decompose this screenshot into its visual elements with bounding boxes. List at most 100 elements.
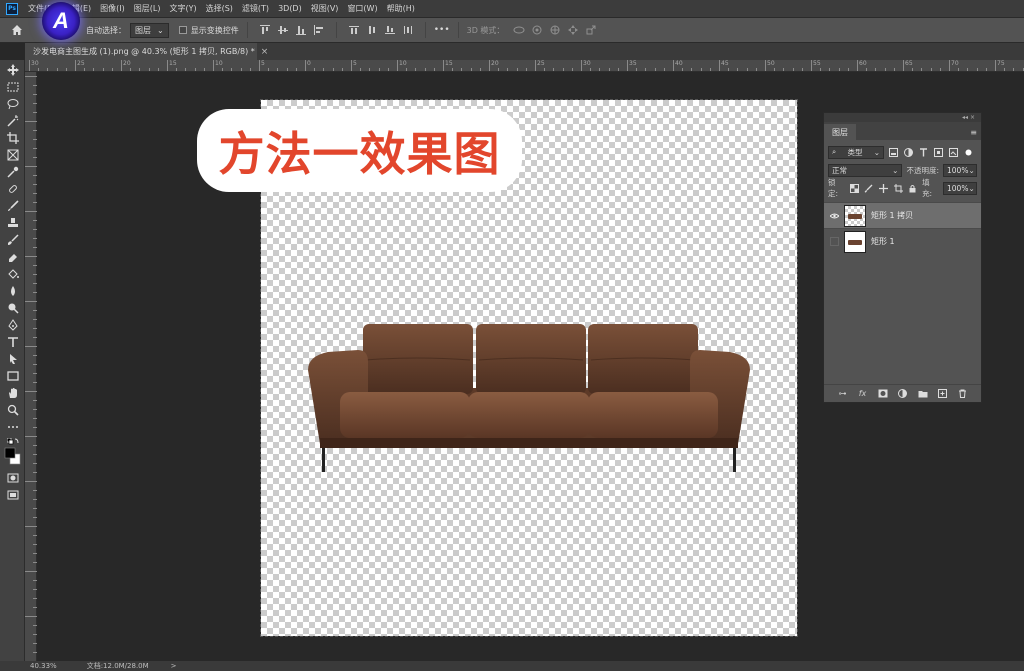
- type-tool-icon[interactable]: [4, 334, 21, 349]
- align-bottom-icon[interactable]: [294, 23, 308, 37]
- filter-toggle-icon[interactable]: [963, 147, 974, 158]
- zoom-tool-icon[interactable]: [4, 402, 21, 417]
- menu-window[interactable]: 窗口(W): [347, 3, 377, 14]
- path-selection-tool-icon[interactable]: [4, 351, 21, 366]
- visibility-toggle-empty[interactable]: [824, 237, 844, 246]
- fill-input[interactable]: 100% ⌄: [943, 181, 977, 195]
- lock-transparent-icon[interactable]: [849, 183, 860, 194]
- show-transform-checkbox[interactable]: [178, 26, 187, 34]
- eye-icon[interactable]: [824, 213, 844, 219]
- collapse-icon[interactable]: ◂◂ ×: [962, 114, 975, 121]
- pen-tool-icon[interactable]: [4, 317, 21, 332]
- layer-name[interactable]: 矩形 1: [871, 236, 895, 247]
- lock-artboard-icon[interactable]: [893, 183, 904, 194]
- ruler-minor-tick: [452, 68, 454, 71]
- menu-select[interactable]: 选择(S): [206, 3, 233, 14]
- menu-image[interactable]: 图像(I): [100, 3, 125, 14]
- menu-view[interactable]: 视图(V): [311, 3, 339, 14]
- menu-help[interactable]: 帮助(H): [387, 3, 415, 14]
- distribute-top-icon[interactable]: [347, 23, 361, 37]
- menu-3d[interactable]: 3D(D): [278, 4, 302, 13]
- layer-row[interactable]: 矩形 1 拷贝: [824, 202, 981, 228]
- 3d-scale-icon[interactable]: [584, 23, 598, 37]
- menu-filter[interactable]: 滤镜(T): [242, 3, 269, 14]
- distribute-center-icon[interactable]: [365, 23, 379, 37]
- overlay-caption-text: 方法一效果图: [218, 126, 501, 181]
- new-layer-icon[interactable]: [938, 389, 948, 399]
- sofa-image[interactable]: [306, 320, 752, 476]
- ruler-tick: [33, 517, 37, 518]
- home-icon[interactable]: [6, 19, 28, 41]
- dodge-tool-icon[interactable]: [4, 300, 21, 315]
- screen-mode-icon[interactable]: [4, 487, 21, 502]
- lock-position-icon[interactable]: [878, 183, 889, 194]
- link-icon[interactable]: ⊶: [838, 389, 848, 399]
- ruler-number: 10: [399, 60, 407, 67]
- lock-image-icon[interactable]: [864, 183, 875, 194]
- filter-smart-object-icon[interactable]: [948, 147, 959, 158]
- filter-adjustment-icon[interactable]: [903, 147, 914, 158]
- ruler-number: 75: [997, 60, 1005, 67]
- brush-tool-icon[interactable]: [4, 198, 21, 213]
- filter-shape-icon[interactable]: [933, 147, 944, 158]
- ruler-minor-tick: [746, 68, 748, 71]
- magic-wand-tool-icon[interactable]: [4, 113, 21, 128]
- ruler-minor-tick: [884, 68, 886, 71]
- rectangle-tool-icon[interactable]: [4, 368, 21, 383]
- hand-tool-icon[interactable]: [4, 385, 21, 400]
- lasso-tool-icon[interactable]: [4, 96, 21, 111]
- opacity-input[interactable]: 100% ⌄: [943, 163, 977, 177]
- filter-pixel-icon[interactable]: [888, 147, 899, 158]
- align-vcenter-icon[interactable]: [276, 23, 290, 37]
- eraser-tool-icon[interactable]: [4, 249, 21, 264]
- close-icon[interactable]: ×: [261, 47, 269, 57]
- tab-layers[interactable]: 图层: [824, 124, 856, 140]
- align-left-icon[interactable]: [312, 23, 326, 37]
- auto-select-dropdown[interactable]: 图层 ⌄: [130, 22, 169, 38]
- healing-brush-tool-icon[interactable]: [4, 181, 21, 196]
- filter-type-icon[interactable]: [918, 147, 929, 158]
- align-top-icon[interactable]: [258, 23, 272, 37]
- adjustment-icon[interactable]: [898, 389, 908, 399]
- frame-tool-icon[interactable]: [4, 147, 21, 162]
- distribute-horizontal-icon[interactable]: [401, 23, 415, 37]
- ruler-minor-tick: [525, 68, 527, 71]
- panel-menu-icon[interactable]: ≡: [970, 128, 977, 137]
- clone-stamp-tool-icon[interactable]: [4, 215, 21, 230]
- distribute-bottom-icon[interactable]: [383, 23, 397, 37]
- blend-mode-dropdown[interactable]: 正常 ⌄: [828, 163, 903, 177]
- menu-type[interactable]: 文字(Y): [169, 3, 196, 14]
- ruler-tick: [33, 283, 37, 284]
- crop-tool-icon[interactable]: [4, 130, 21, 145]
- document-tab[interactable]: 沙发电商主图生成 (1).png @ 40.3% (矩形 1 拷贝, RGB/8…: [25, 43, 268, 60]
- status-menu-arrow[interactable]: >: [171, 662, 177, 670]
- lock-all-icon[interactable]: [907, 183, 918, 194]
- mask-icon[interactable]: [878, 389, 888, 399]
- zoom-level[interactable]: 40.33%: [30, 662, 57, 670]
- color-swatches-icon[interactable]: [4, 446, 21, 468]
- 3d-slide-icon[interactable]: [566, 23, 580, 37]
- move-tool-icon[interactable]: [4, 62, 21, 77]
- group-icon[interactable]: [918, 389, 928, 399]
- quick-mask-icon[interactable]: [4, 470, 21, 485]
- history-brush-tool-icon[interactable]: [4, 232, 21, 247]
- 3d-orbit-icon[interactable]: [512, 23, 526, 37]
- document-tab-bar: 沙发电商主图生成 (1).png @ 40.3% (矩形 1 拷贝, RGB/8…: [25, 43, 1024, 60]
- fx-icon[interactable]: fx: [858, 389, 868, 399]
- 3d-pan-icon[interactable]: [548, 23, 562, 37]
- layer-row[interactable]: 矩形 1: [824, 228, 981, 254]
- layer-filter-dropdown[interactable]: ⌕ 类型 ⌄: [828, 145, 884, 159]
- menu-layer[interactable]: 图层(L): [134, 3, 161, 14]
- eyedropper-tool-icon[interactable]: [4, 164, 21, 179]
- ruler-minor-tick: [203, 68, 205, 71]
- 3d-roll-icon[interactable]: [530, 23, 544, 37]
- edit-toolbar-icon[interactable]: [4, 419, 21, 434]
- ruler-number: 30: [583, 60, 591, 67]
- blur-tool-icon[interactable]: [4, 283, 21, 298]
- marquee-tool-icon[interactable]: [4, 79, 21, 94]
- trash-icon[interactable]: [958, 389, 968, 399]
- chevron-down-icon: ⌄: [968, 183, 975, 193]
- more-options-button[interactable]: •••: [434, 25, 450, 35]
- paint-bucket-tool-icon[interactable]: [4, 266, 21, 281]
- layer-name[interactable]: 矩形 1 拷贝: [871, 210, 913, 221]
